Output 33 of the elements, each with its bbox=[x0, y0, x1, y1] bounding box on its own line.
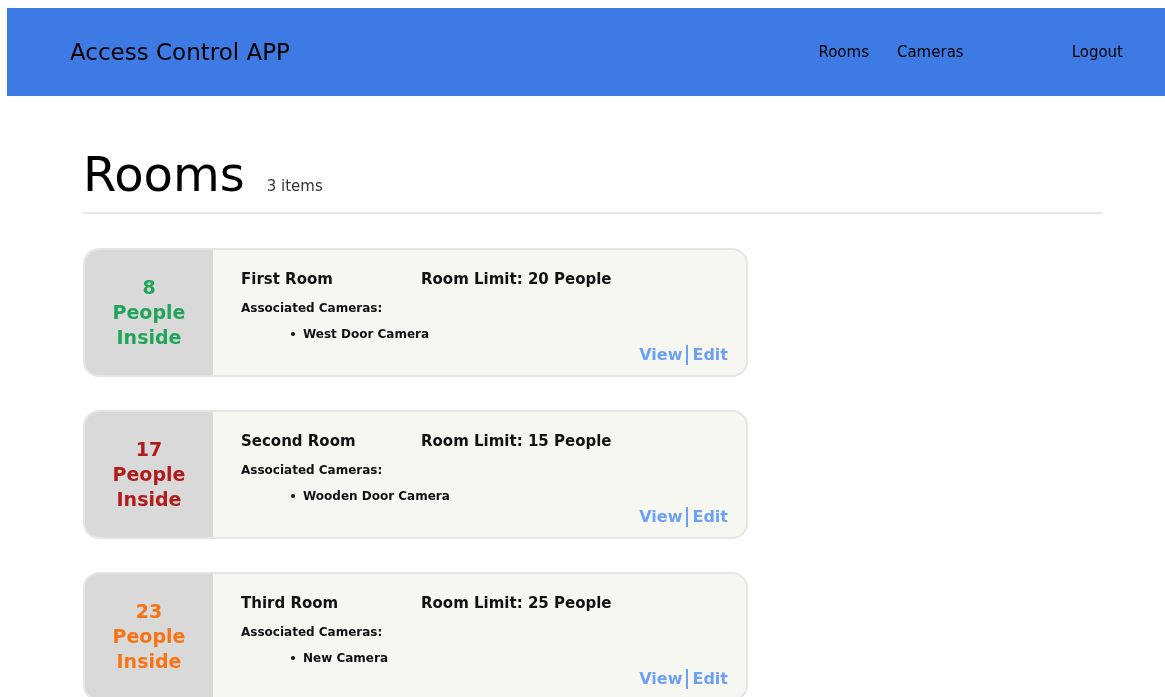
bullet-icon bbox=[291, 331, 295, 336]
view-link[interactable]: View bbox=[639, 342, 683, 367]
people-count: 8 bbox=[142, 275, 156, 300]
cameras-label: Associated Cameras: bbox=[241, 461, 384, 479]
view-link[interactable]: View bbox=[639, 666, 683, 691]
room-limit: Room Limit: 25 People bbox=[421, 593, 612, 614]
bullet-icon bbox=[291, 655, 295, 660]
nav-link[interactable]: Cameras bbox=[896, 40, 964, 64]
cameras-label: Associated Cameras: bbox=[241, 299, 384, 317]
camera-name: Wooden Door Camera bbox=[303, 487, 450, 505]
room-name: First Room bbox=[241, 269, 334, 290]
item-count: 3 items bbox=[266, 176, 323, 197]
logout-link[interactable]: Logout bbox=[1071, 40, 1123, 64]
room-name: Third Room bbox=[241, 593, 340, 614]
edit-link[interactable]: Edit bbox=[692, 342, 728, 367]
camera-name: West Door Camera bbox=[303, 325, 430, 343]
room-limit: Room Limit: 15 People bbox=[421, 431, 612, 452]
app-title: Access Control APP bbox=[70, 37, 290, 67]
view-link[interactable]: View bbox=[639, 504, 683, 529]
room-limit: Room Limit: 20 People bbox=[421, 269, 612, 290]
edit-link[interactable]: Edit bbox=[692, 666, 728, 691]
page-title: Rooms bbox=[83, 145, 245, 204]
people-count: 23 bbox=[135, 599, 163, 624]
cameras-label: Associated Cameras: bbox=[241, 623, 384, 641]
occupancy-label: People Inside bbox=[111, 624, 187, 674]
room-name: Second Room bbox=[241, 431, 357, 452]
edit-link[interactable]: Edit bbox=[692, 504, 728, 529]
camera-name: New Camera bbox=[303, 649, 388, 667]
occupancy-label: People Inside bbox=[111, 300, 187, 350]
bullet-icon bbox=[291, 493, 295, 498]
people-count: 17 bbox=[135, 437, 163, 462]
occupancy-label: People Inside bbox=[111, 462, 187, 512]
nav-link[interactable]: Rooms bbox=[818, 40, 869, 64]
